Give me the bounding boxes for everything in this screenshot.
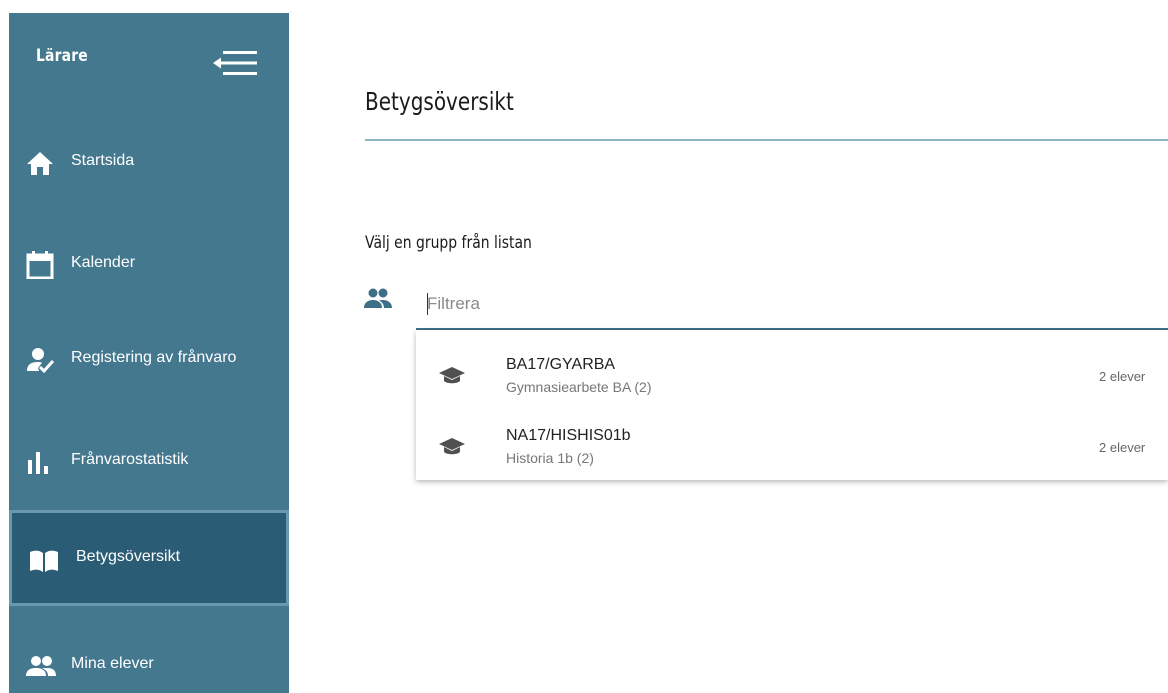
group-list-item[interactable]: BA17/GYARBA Gymnasiearbete BA (2) 2 elev… <box>416 336 1168 406</box>
graduation-cap-icon <box>439 436 465 458</box>
sidebar-title: Lärare <box>36 46 88 66</box>
calendar-icon <box>26 251 54 279</box>
window-frame-top <box>0 0 1168 13</box>
filter-field[interactable] <box>416 280 1168 330</box>
sidebar-item-label: Frånvarostatistik <box>71 451 189 468</box>
group-student-count: 2 elever <box>1099 440 1146 455</box>
sidebar: Lärare Startsida Kalender Registering av… <box>9 13 289 693</box>
page-title: Betygsöversikt <box>365 87 514 116</box>
group-name: Gymnasiearbete BA (2) <box>506 379 652 395</box>
home-icon <box>26 149 54 177</box>
group-code: BA17/GYARBA <box>506 356 616 373</box>
sidebar-item-kalender[interactable]: Kalender <box>9 216 289 312</box>
sidebar-item-label: Betygsöversikt <box>76 548 181 565</box>
group-student-count: 2 elever <box>1099 369 1146 384</box>
sidebar-item-franvarostatistik[interactable]: Frånvarostatistik <box>9 413 289 509</box>
sidebar-item-label: Startsida <box>71 152 135 169</box>
people-icon <box>26 652 56 680</box>
bar-chart-icon <box>26 448 54 476</box>
group-dropdown-list: BA17/GYARBA Gymnasiearbete BA (2) 2 elev… <box>416 330 1168 480</box>
group-name: Historia 1b (2) <box>506 450 594 466</box>
group-select-label: Välj en grupp från listan <box>365 233 532 253</box>
sidebar-item-startsida[interactable]: Startsida <box>9 114 289 210</box>
sidebar-item-label: Kalender <box>71 254 136 271</box>
group-code: NA17/HISHIS01b <box>506 427 631 444</box>
window-frame-left <box>0 0 9 693</box>
filter-input[interactable] <box>427 289 1147 319</box>
person-check-icon <box>26 346 54 374</box>
collapse-menu-button[interactable] <box>213 49 259 77</box>
sidebar-item-label: Mina elever <box>71 655 154 672</box>
sidebar-item-betygsoversikt[interactable]: Betygsöversikt <box>9 510 289 606</box>
sidebar-item-registering[interactable]: Registering av frånvaro <box>9 311 289 407</box>
group-list-item[interactable]: NA17/HISHIS01b Historia 1b (2) 2 elever <box>416 407 1168 477</box>
sidebar-item-label: Registering av frånvaro <box>71 349 237 366</box>
sidebar-header: Lärare <box>9 13 289 113</box>
graduation-cap-icon <box>439 365 465 387</box>
book-icon <box>28 546 58 574</box>
collapse-menu-icon <box>213 51 257 75</box>
group-icon <box>363 287 393 311</box>
sidebar-item-mina-elever[interactable]: Mina elever <box>9 617 289 693</box>
title-divider <box>365 139 1168 141</box>
